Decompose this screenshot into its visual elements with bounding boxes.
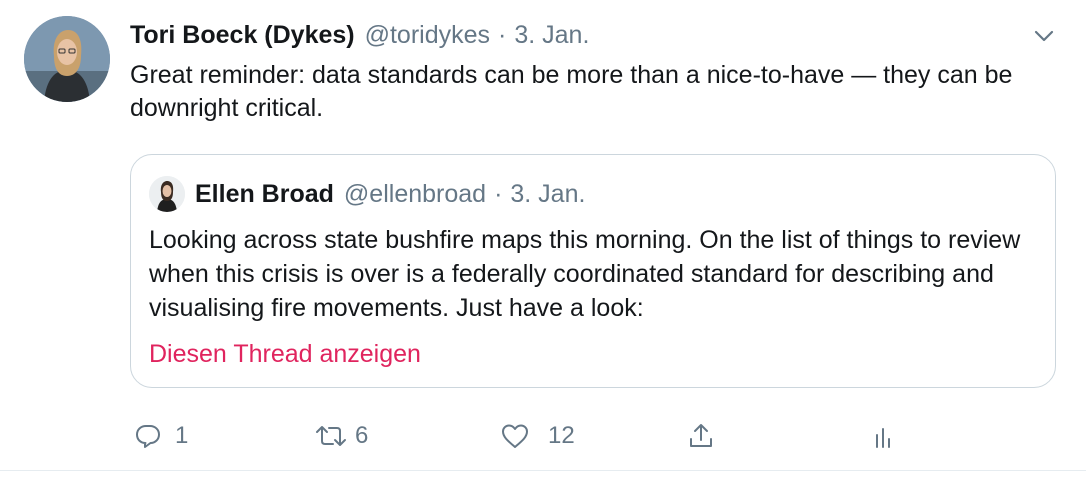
quoted-text: Looking across state bushfire maps this … <box>149 226 1021 322</box>
tweet-text: Great reminder: data standards can be mo… <box>130 61 1013 122</box>
quoted-author-handle[interactable]: @ellenbroad <box>344 180 486 209</box>
reply-count: 1 <box>175 422 189 449</box>
quoted-author-name[interactable]: Ellen Broad <box>195 180 334 209</box>
like-count: 12 <box>548 422 575 449</box>
action-bar: 1 6 12 <box>0 416 1086 456</box>
avatar[interactable] <box>24 16 110 102</box>
retweet-button[interactable]: 6 <box>313 416 368 456</box>
chevron-down-icon[interactable] <box>1030 22 1058 50</box>
author-handle[interactable]: @toridykes <box>365 21 490 50</box>
tweet-header: Tori Boeck (Dykes) @toridykes · 3. Jan. <box>130 18 589 52</box>
retweet-count: 6 <box>355 422 369 449</box>
quoted-avatar[interactable] <box>149 176 185 212</box>
tweet-time[interactable]: 3. Jan. <box>514 21 589 50</box>
share-button[interactable] <box>686 416 716 456</box>
like-button[interactable]: 12 <box>500 416 575 456</box>
author-name[interactable]: Tori Boeck (Dykes) <box>130 21 355 50</box>
divider <box>0 470 1086 471</box>
reply-button[interactable]: 1 <box>133 416 188 456</box>
share-icon <box>686 421 716 451</box>
quoted-time[interactable]: 3. Jan. <box>510 180 585 209</box>
retweet-icon <box>313 421 349 451</box>
quoted-separator-dot: · <box>494 179 503 208</box>
quoted-header: Ellen Broad @ellenbroad · 3. Jan. <box>195 177 585 211</box>
show-thread-link[interactable]: Diesen Thread anzeigen <box>149 337 421 371</box>
heart-icon <box>500 421 530 451</box>
separator-dot: · <box>498 20 507 49</box>
reply-icon <box>133 421 163 451</box>
quoted-tweet[interactable]: Ellen Broad @ellenbroad · 3. Jan. Lookin… <box>130 154 1056 388</box>
analytics-button[interactable] <box>872 416 898 456</box>
analytics-icon <box>872 421 898 451</box>
tweet[interactable]: Tori Boeck (Dykes) @toridykes · 3. Jan. … <box>0 0 1086 470</box>
